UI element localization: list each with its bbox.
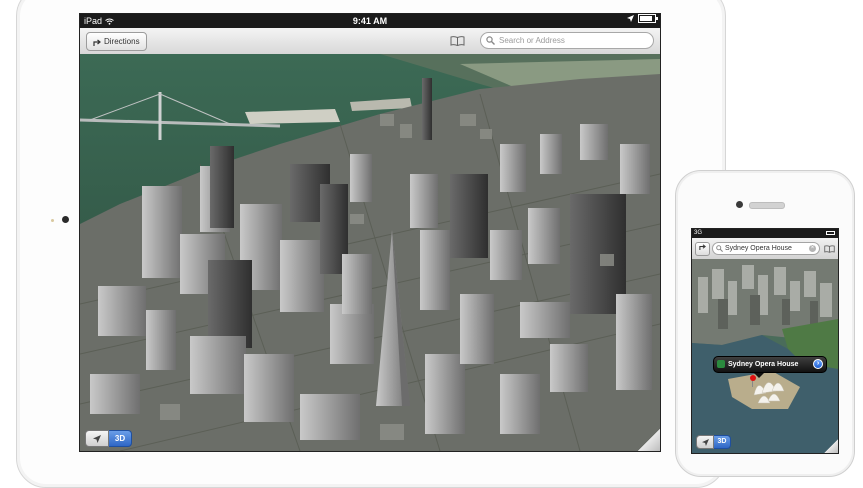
search-input[interactable]: Sydney Opera House × — [712, 242, 820, 255]
iphone-status-bar: 3G — [692, 229, 838, 238]
ipad-map-graphic — [80, 54, 660, 451]
bookmarks-icon[interactable] — [824, 245, 835, 253]
search-input[interactable]: Search or Address — [480, 32, 654, 49]
info-icon[interactable]: › — [813, 359, 823, 369]
location-arrow-icon — [93, 434, 101, 443]
directions-label: Directions — [104, 37, 140, 46]
status-time: 9:41 AM — [352, 16, 388, 26]
page-curl-button[interactable] — [824, 439, 838, 453]
iphone-flyover-map[interactable]: Sydney Opera House › 3D — [692, 259, 838, 453]
locate-button[interactable] — [85, 430, 109, 447]
iphone-map-toolbar: Sydney Opera House × — [692, 238, 838, 260]
status-right — [627, 14, 658, 23]
search-icon — [716, 245, 723, 252]
iphone-speaker — [749, 202, 785, 209]
location-arrow-icon — [701, 438, 709, 446]
iphone-screen: 3G Sydney Opera House × Sydney Opera Hou… — [691, 228, 839, 454]
ipad-side-sensor — [51, 219, 54, 222]
ipad-screen: iPad 9:41 AM Directions Search or Addres… — [79, 13, 661, 452]
iphone-map-controls: 3D — [696, 435, 731, 449]
ipad-flyover-map[interactable]: 3D — [80, 54, 660, 451]
iphone-device: 3G Sydney Opera House × Sydney Opera Hou… — [675, 170, 855, 477]
clear-icon[interactable]: × — [809, 245, 816, 252]
three-d-toggle[interactable]: 3D — [714, 435, 731, 449]
ipad-map-controls: 3D — [85, 430, 132, 447]
search-value: Sydney Opera House — [725, 245, 792, 252]
iphone-status-carrier: 3G — [694, 230, 703, 236]
battery-icon — [826, 231, 835, 235]
directions-button[interactable] — [695, 242, 710, 256]
battery-icon — [638, 14, 658, 23]
search-icon — [486, 36, 495, 45]
place-category-icon — [717, 360, 725, 368]
ipad-camera — [62, 216, 69, 223]
directions-button[interactable]: Directions — [86, 32, 147, 51]
location-arrow-icon — [627, 15, 634, 22]
directions-arrow-icon — [699, 244, 706, 250]
callout-title: Sydney Opera House — [728, 361, 799, 368]
iphone-camera — [736, 201, 743, 208]
three-d-toggle[interactable]: 3D — [109, 430, 132, 447]
directions-arrow-icon — [93, 39, 101, 46]
page-curl-button[interactable] — [638, 429, 660, 451]
bookmarks-icon[interactable] — [450, 36, 465, 46]
ipad-status-bar: iPad 9:41 AM — [80, 14, 660, 28]
place-callout[interactable]: Sydney Opera House › — [713, 356, 827, 378]
ipad-map-toolbar: Directions Search or Address — [80, 28, 660, 55]
search-placeholder: Search or Address — [499, 36, 565, 45]
location-pin[interactable] — [750, 375, 756, 387]
locate-button[interactable] — [696, 435, 714, 449]
